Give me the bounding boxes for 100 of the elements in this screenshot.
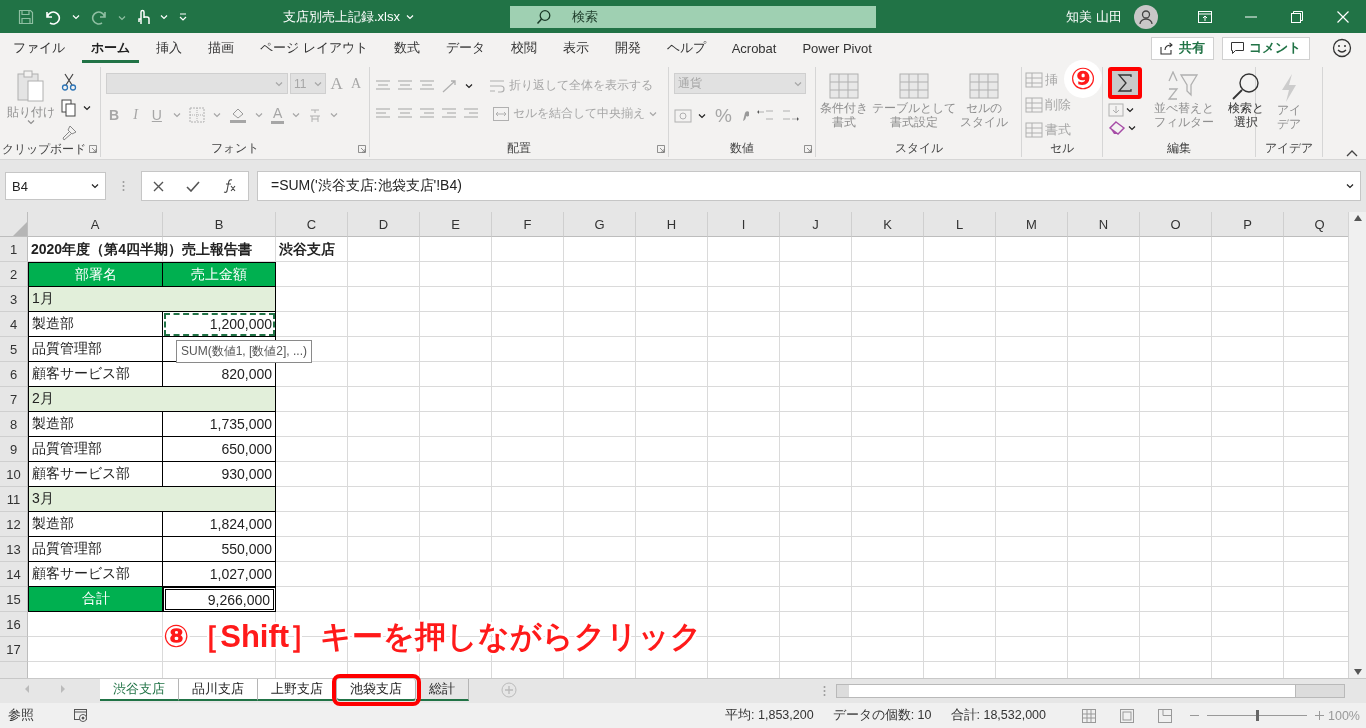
smiley-icon[interactable] <box>1332 38 1352 58</box>
collapse-ribbon-icon[interactable] <box>1346 149 1358 157</box>
ribbon-tab[interactable]: ヘルプ <box>657 33 715 63</box>
touch-icon[interactable] <box>136 7 150 26</box>
column-header[interactable]: N <box>1068 212 1140 237</box>
save-icon[interactable] <box>18 8 34 25</box>
column-header[interactable]: P <box>1212 212 1284 237</box>
normal-view-icon[interactable] <box>1082 708 1096 723</box>
eraser-icon[interactable] <box>1108 121 1126 135</box>
ribbon-tab[interactable]: 描画 <box>199 33 243 63</box>
sheet-tab[interactable]: 総計 <box>416 679 469 701</box>
dialog-launcher-icon[interactable] <box>657 145 665 153</box>
column-header[interactable]: E <box>420 212 492 237</box>
table-cell: 製造部 <box>28 312 163 337</box>
paintbrush-icon[interactable] <box>61 125 77 141</box>
column-header[interactable]: M <box>996 212 1068 237</box>
sheet-tab[interactable]: 渋谷支店 <box>100 679 179 701</box>
previous-sheet-icon[interactable] <box>24 685 30 693</box>
ribbon-tab[interactable]: データ <box>436 33 494 63</box>
column-header[interactable]: L <box>924 212 996 237</box>
copy-icon[interactable] <box>61 99 77 117</box>
ribbon-tab[interactable]: ページ レイアウト <box>251 33 377 63</box>
column-header[interactable]: J <box>780 212 852 237</box>
month-cell: 1月 <box>28 287 276 312</box>
align-top-icon[interactable] <box>375 78 391 93</box>
ribbon-display-icon[interactable] <box>1198 10 1212 23</box>
sheet-tab[interactable]: 品川支店 <box>179 679 258 701</box>
column-header[interactable]: B <box>163 212 276 237</box>
column-header[interactable]: C <box>276 212 348 237</box>
customize-icon[interactable] <box>178 11 188 22</box>
comma-icon[interactable] <box>740 109 749 123</box>
align-left-icon[interactable] <box>375 106 391 121</box>
ribbon-tab[interactable]: 校閲 <box>501 33 546 63</box>
autosum-button[interactable] <box>1108 67 1142 99</box>
ribbon-tab[interactable]: 表示 <box>553 33 598 63</box>
search-field[interactable]: 検索 <box>510 5 876 28</box>
align-bottom-icon[interactable] <box>419 78 435 93</box>
formula-field[interactable]: =SUM('渋谷支店:池袋支店'!B4) <box>257 171 1361 201</box>
ribbon-tab[interactable]: Power Pivot <box>793 33 881 63</box>
ribbon-tab[interactable]: 挿入 <box>147 33 191 63</box>
minimize-icon[interactable] <box>1245 15 1257 18</box>
restore-icon[interactable] <box>1291 10 1303 23</box>
scroll-thumb[interactable] <box>849 685 1296 697</box>
caret-icon <box>160 13 168 20</box>
fill-down-icon[interactable] <box>1108 103 1124 117</box>
decrease-indent-icon[interactable] <box>441 106 457 121</box>
column-header[interactable]: K <box>852 212 924 237</box>
scroll-up-icon[interactable] <box>1352 214 1363 222</box>
group-label: 編集 <box>1167 139 1191 157</box>
page-break-icon[interactable] <box>1158 708 1172 723</box>
group-label: 配置 <box>507 139 531 157</box>
macro-record-icon[interactable] <box>74 708 88 723</box>
orientation-icon[interactable] <box>441 77 459 94</box>
border-icon[interactable] <box>188 106 205 123</box>
dialog-launcher-icon[interactable] <box>89 145 97 153</box>
share-button[interactable]: 共有 <box>1151 36 1214 60</box>
align-right-icon[interactable] <box>419 106 435 121</box>
redo-icon[interactable] <box>90 8 108 25</box>
page-layout-icon[interactable] <box>1120 708 1134 723</box>
sheet-tab[interactable]: 上野支店 <box>258 679 337 701</box>
scroll-down-icon[interactable] <box>1352 668 1363 676</box>
next-sheet-icon[interactable] <box>60 685 66 693</box>
caret-icon <box>72 13 80 20</box>
zoom-thumb[interactable] <box>1256 710 1259 721</box>
file-name[interactable]: 支店別売上記録.xlsx <box>283 7 400 26</box>
cancel-icon[interactable] <box>153 180 165 192</box>
font-name-field[interactable] <box>106 73 288 94</box>
horizontal-scrollbar[interactable] <box>836 684 1345 698</box>
dialog-launcher-icon[interactable] <box>358 145 366 153</box>
column-header[interactable]: O <box>1140 212 1212 237</box>
avatar-icon[interactable] <box>1134 4 1158 29</box>
checkmark-icon[interactable] <box>186 180 201 192</box>
ribbon-tab[interactable]: 数式 <box>384 33 429 63</box>
column-header[interactable]: Q <box>1284 212 1348 237</box>
ribbon-tab[interactable]: Acrobat <box>722 33 786 63</box>
column-header[interactable]: A <box>28 212 163 237</box>
ribbon-tab[interactable]: 開発 <box>605 33 650 63</box>
name-box[interactable]: B4 <box>5 172 106 200</box>
close-icon[interactable] <box>1337 10 1349 23</box>
fill-color-icon[interactable] <box>228 106 247 123</box>
undo-icon[interactable] <box>44 8 62 25</box>
ribbon-tab[interactable]: ファイル <box>4 33 74 63</box>
align-middle-icon[interactable] <box>397 78 413 93</box>
column-header[interactable]: F <box>492 212 564 237</box>
increase-indent-icon[interactable] <box>463 106 479 121</box>
column-header[interactable]: I <box>708 212 780 237</box>
dialog-launcher-icon[interactable] <box>804 145 812 153</box>
currency-icon[interactable] <box>674 109 692 123</box>
scissors-icon[interactable] <box>61 73 77 91</box>
zoom-in-icon[interactable] <box>1315 711 1324 720</box>
insert-function-icon[interactable] <box>222 179 237 193</box>
find-select-button[interactable]: 検索と 選択 <box>1226 67 1266 139</box>
grip-icon[interactable] <box>823 685 826 697</box>
add-sheet-icon[interactable] <box>501 682 517 698</box>
comment-button[interactable]: コメント <box>1222 36 1310 60</box>
column-header[interactable]: H <box>636 212 708 237</box>
column-header[interactable]: D <box>348 212 420 237</box>
align-center-icon[interactable] <box>397 106 413 121</box>
column-header[interactable]: G <box>564 212 636 237</box>
decrease-decimal-icon[interactable] <box>780 108 801 124</box>
